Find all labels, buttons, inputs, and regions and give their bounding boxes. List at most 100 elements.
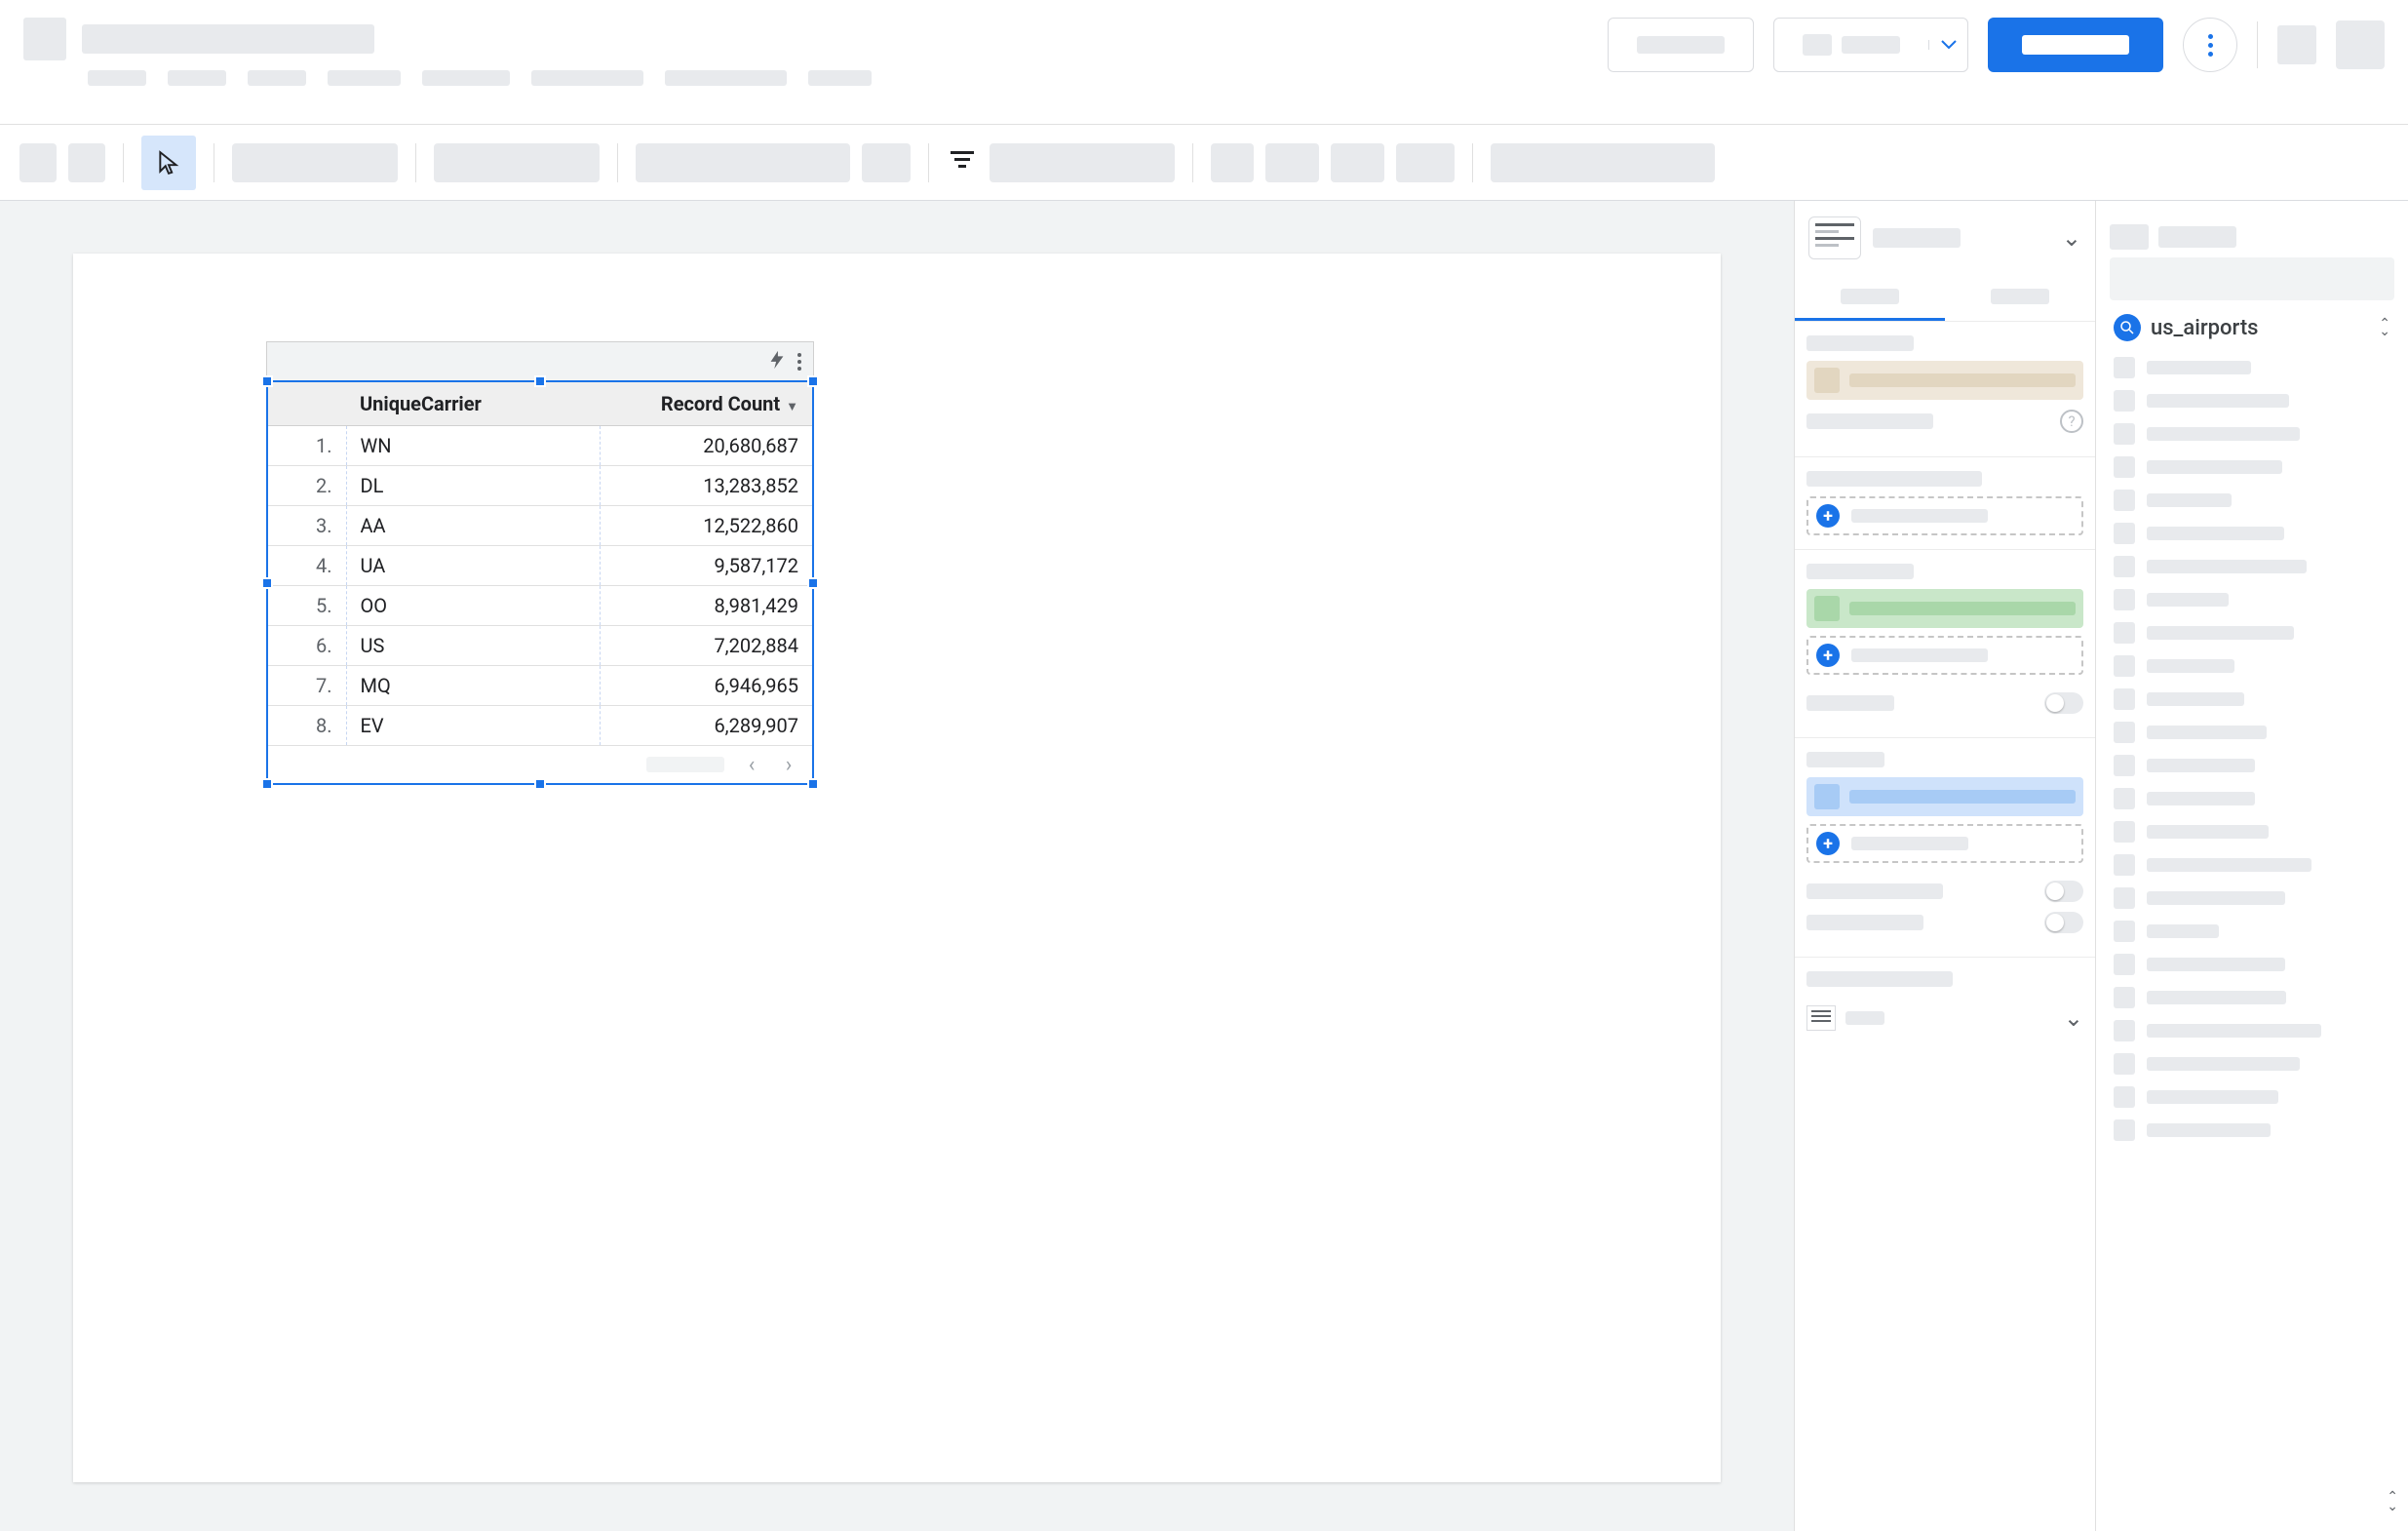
- image-button[interactable]: [1265, 143, 1319, 182]
- resize-handle[interactable]: [261, 778, 273, 790]
- resize-handle[interactable]: [534, 778, 546, 790]
- account-avatar[interactable]: [2336, 20, 2385, 69]
- field-item[interactable]: [2110, 782, 2394, 815]
- table-row[interactable]: 6.US7,202,884: [268, 626, 812, 666]
- share-button[interactable]: [1773, 18, 1968, 72]
- table-row[interactable]: 1.WN20,680,687: [268, 426, 812, 466]
- menu-item[interactable]: [531, 70, 643, 86]
- field-item[interactable]: [2110, 1114, 2394, 1147]
- add-metric[interactable]: +: [1806, 824, 2083, 863]
- view-button[interactable]: [1988, 18, 2163, 72]
- add-page-button[interactable]: [232, 143, 398, 182]
- tab-setup[interactable]: [1795, 275, 1945, 321]
- resize-handle[interactable]: [807, 778, 819, 790]
- theme-layout-button[interactable]: [1491, 143, 1715, 182]
- field-item[interactable]: [2110, 882, 2394, 915]
- table-row[interactable]: 5.OO8,981,429: [268, 586, 812, 626]
- menu-item[interactable]: [665, 70, 787, 86]
- menu-item[interactable]: [808, 70, 872, 86]
- community-viz-button[interactable]: [862, 143, 911, 182]
- zoom-stepper[interactable]: ⌃⌄: [2387, 1492, 2398, 1511]
- field-item[interactable]: [2110, 417, 2394, 451]
- drilldown-toggle[interactable]: [2044, 692, 2083, 714]
- canvas-scroll[interactable]: UniqueCarrier Record Count▼ 1.WN20,680,6…: [0, 201, 1794, 1531]
- dimension-header[interactable]: UniqueCarrier: [346, 382, 600, 426]
- help-icon[interactable]: ?: [2060, 410, 2083, 433]
- field-item[interactable]: [2110, 716, 2394, 749]
- prev-page-button[interactable]: ‹: [742, 752, 761, 777]
- data-source-row[interactable]: us_airports ⌃⌄: [2110, 304, 2394, 351]
- field-item[interactable]: [2110, 384, 2394, 417]
- rows-per-page-selector[interactable]: ⌄: [1806, 1004, 2083, 1032]
- table-row[interactable]: 8.EV6,289,907: [268, 706, 812, 746]
- field-item[interactable]: [2110, 583, 2394, 616]
- field-item[interactable]: [2110, 517, 2394, 550]
- add-date-range[interactable]: +: [1806, 496, 2083, 535]
- list-icon: [1806, 1005, 1836, 1031]
- resize-handle[interactable]: [261, 375, 273, 387]
- share-dropdown[interactable]: [1928, 40, 1967, 50]
- field-item[interactable]: [2110, 616, 2394, 649]
- menu-item[interactable]: [328, 70, 401, 86]
- field-item[interactable]: [2110, 749, 2394, 782]
- add-control-button[interactable]: [990, 143, 1175, 182]
- table-chart[interactable]: UniqueCarrier Record Count▼ 1.WN20,680,6…: [266, 341, 814, 785]
- metric-sliders-toggle[interactable]: [2044, 912, 2083, 933]
- text-button[interactable]: [1331, 143, 1384, 182]
- resize-handle[interactable]: [534, 375, 546, 387]
- report-canvas[interactable]: UniqueCarrier Record Count▼ 1.WN20,680,6…: [73, 254, 1721, 1482]
- resize-handle[interactable]: [807, 577, 819, 589]
- field-item[interactable]: [2110, 1014, 2394, 1047]
- field-item[interactable]: [2110, 948, 2394, 981]
- help-button[interactable]: [2277, 25, 2316, 64]
- add-chart-button[interactable]: [636, 143, 850, 182]
- field-item[interactable]: [2110, 484, 2394, 517]
- more-options-button[interactable]: [2183, 18, 2237, 72]
- field-item[interactable]: [2110, 1047, 2394, 1080]
- resize-handle[interactable]: [807, 375, 819, 387]
- field-item[interactable]: [2110, 550, 2394, 583]
- data-source-chip[interactable]: [1806, 361, 2083, 400]
- field-item[interactable]: [2110, 451, 2394, 484]
- resize-handle[interactable]: [261, 577, 273, 589]
- menu-item[interactable]: [248, 70, 306, 86]
- blend-data-row[interactable]: ?: [1806, 410, 2083, 433]
- url-embed-button[interactable]: [1211, 143, 1254, 182]
- metric-chip[interactable]: [1806, 777, 2083, 816]
- add-data-button[interactable]: [434, 143, 600, 182]
- table-row[interactable]: 7.MQ6,946,965: [268, 666, 812, 706]
- chart-more-button[interactable]: [794, 349, 805, 374]
- explore-button[interactable]: [766, 349, 788, 374]
- field-item[interactable]: [2110, 915, 2394, 948]
- report-title[interactable]: [82, 24, 374, 54]
- field-item[interactable]: [2110, 649, 2394, 683]
- add-dimension[interactable]: +: [1806, 636, 2083, 675]
- optional-metrics-toggle[interactable]: [2044, 881, 2083, 902]
- selection-tool[interactable]: [141, 136, 196, 190]
- collapse-icon[interactable]: ⌃⌄: [2379, 320, 2390, 335]
- field-item[interactable]: [2110, 351, 2394, 384]
- table-row[interactable]: 2.DL13,283,852: [268, 466, 812, 506]
- next-page-button[interactable]: ›: [779, 752, 798, 777]
- search-fields-input[interactable]: [2110, 257, 2394, 300]
- line-button[interactable]: [1396, 143, 1455, 182]
- chart-type-picker[interactable]: ⌄: [1795, 201, 2095, 275]
- field-item[interactable]: [2110, 815, 2394, 848]
- reset-button[interactable]: [1608, 18, 1754, 72]
- field-item[interactable]: [2110, 683, 2394, 716]
- app-logo[interactable]: [23, 18, 66, 60]
- table-row[interactable]: 3.AA12,522,860: [268, 506, 812, 546]
- dimension-chip[interactable]: [1806, 589, 2083, 628]
- menu-item[interactable]: [88, 70, 146, 86]
- field-item[interactable]: [2110, 981, 2394, 1014]
- undo-button[interactable]: [19, 143, 57, 182]
- menu-item[interactable]: [168, 70, 226, 86]
- field-item[interactable]: [2110, 1080, 2394, 1114]
- table-row[interactable]: 4.UA9,587,172: [268, 546, 812, 586]
- index-header[interactable]: [268, 382, 346, 426]
- redo-button[interactable]: [68, 143, 105, 182]
- menu-item[interactable]: [422, 70, 510, 86]
- field-item[interactable]: [2110, 848, 2394, 882]
- metric-header[interactable]: Record Count▼: [600, 382, 812, 426]
- tab-style[interactable]: [1945, 275, 2095, 321]
